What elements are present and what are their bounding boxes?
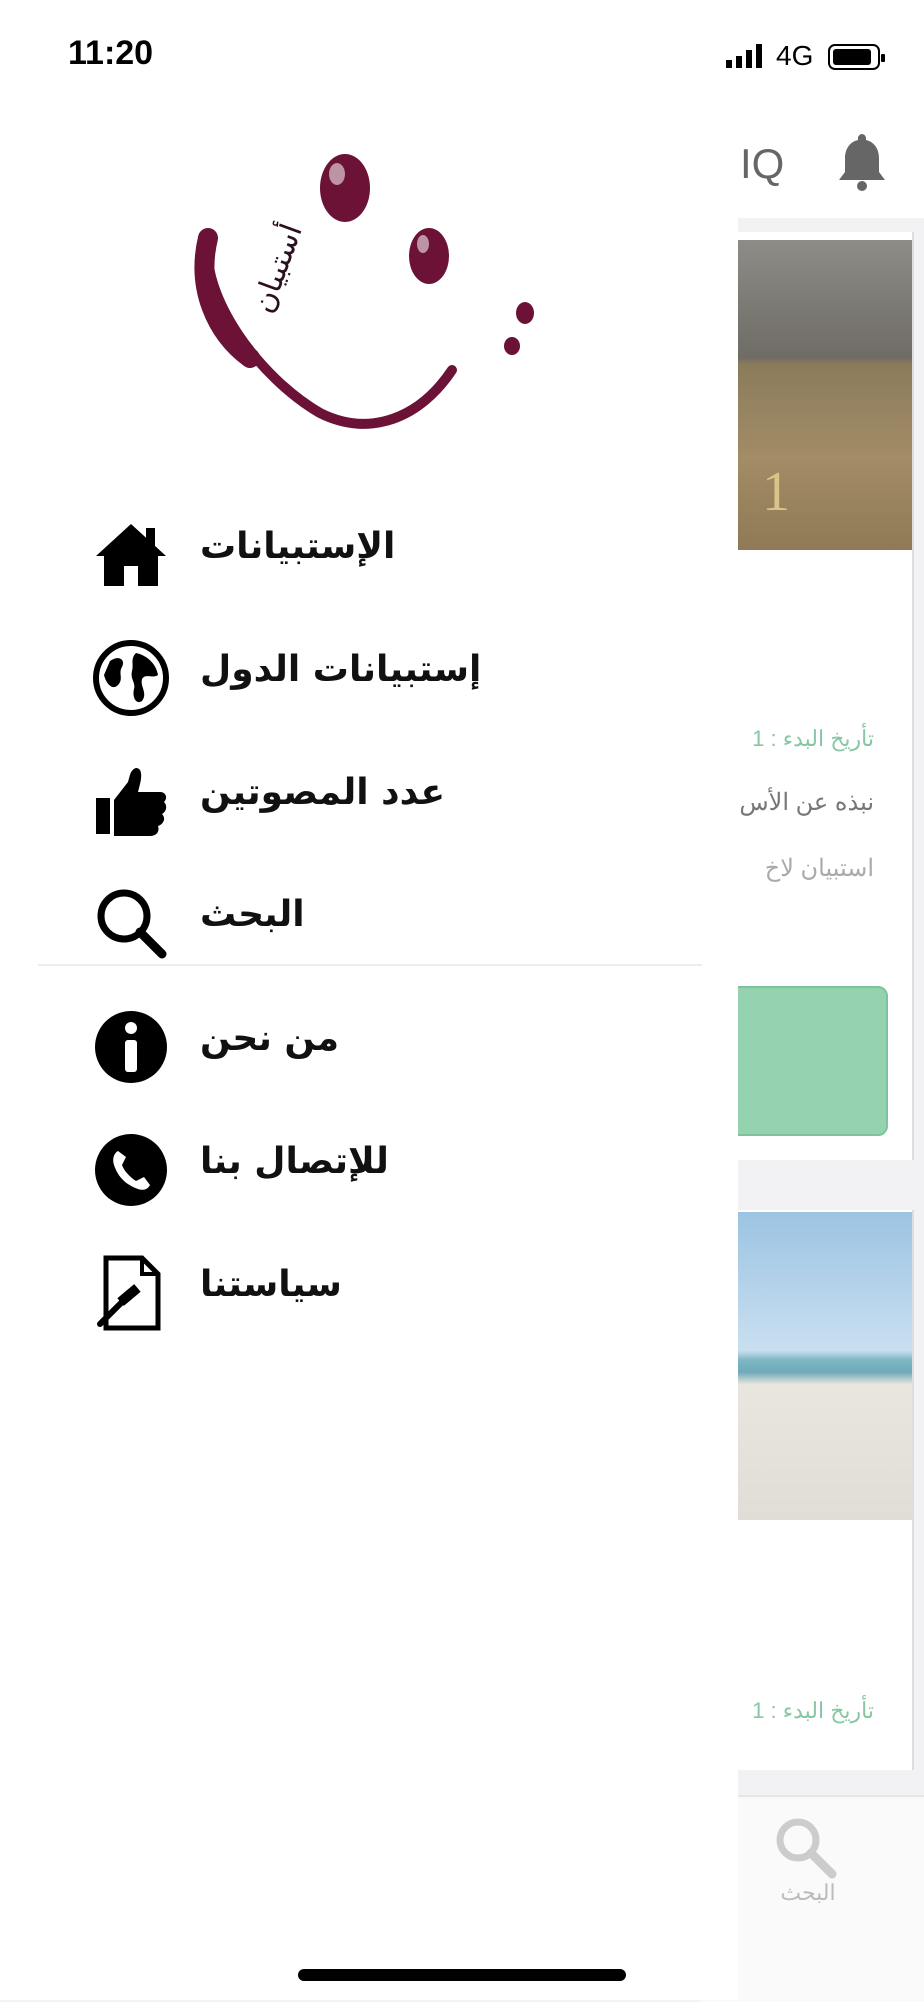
menu-item-label: سياستنا [200, 1264, 342, 1305]
logo-text: أستبيان [242, 218, 310, 318]
notification-bell-icon[interactable] [836, 130, 888, 192]
search-icon [97, 889, 167, 959]
menu-item-label: إستبيانات الدول [200, 649, 482, 690]
menu-item-label: من نحن [200, 1018, 340, 1059]
menu-item-policy[interactable]: سياستنا [0, 1230, 738, 1340]
battery-icon [828, 44, 885, 70]
survey-card-image [738, 1212, 912, 1520]
network-type: 4G [776, 40, 814, 71]
menu-item-voter-count[interactable]: عدد المصوتين [0, 738, 738, 848]
thumbs-up-icon [96, 768, 167, 836]
menu-item-label: البحث [200, 894, 305, 935]
status-time: 11:20 [68, 34, 154, 72]
info-icon [95, 1011, 167, 1083]
header-title: IQ [740, 140, 785, 187]
menu-item-label: الإستبيانات [200, 526, 396, 567]
policy-document-icon [97, 1255, 161, 1331]
tab-search-label[interactable]: البحث [775, 1880, 841, 1906]
tab-search-icon[interactable] [770, 1812, 842, 1884]
menu-item-about-us[interactable]: من نحن [0, 984, 738, 1094]
survey-card-date: تأريخ البدء : 1 [752, 726, 874, 751]
app-logo: أستبيان [194, 154, 534, 429]
globe-icon [93, 640, 169, 716]
menu-item-country-surveys[interactable]: إستبيانات الدول [0, 615, 738, 725]
phone-icon [95, 1134, 167, 1206]
survey-card-subtitle: استبيان لاخ [764, 855, 874, 882]
menu-item-surveys[interactable]: الإستبيانات [0, 492, 738, 602]
menu-item-search[interactable]: البحث [0, 860, 738, 970]
menu-divider [38, 964, 702, 966]
menu-item-contact-us[interactable]: للإتصال بنا [0, 1107, 738, 1217]
menu-item-label: للإتصال بنا [200, 1141, 389, 1182]
signal-strength-icon [726, 44, 762, 68]
survey-card-description: نبذه عن الأس [739, 789, 874, 816]
menu-item-label: عدد المصوتين [200, 772, 446, 813]
home-icon [96, 524, 166, 586]
survey-card-date: تأريخ البدء : 1 [752, 1698, 874, 1723]
survey-card-image: 1 [738, 240, 912, 550]
home-indicator[interactable] [298, 1969, 626, 1981]
